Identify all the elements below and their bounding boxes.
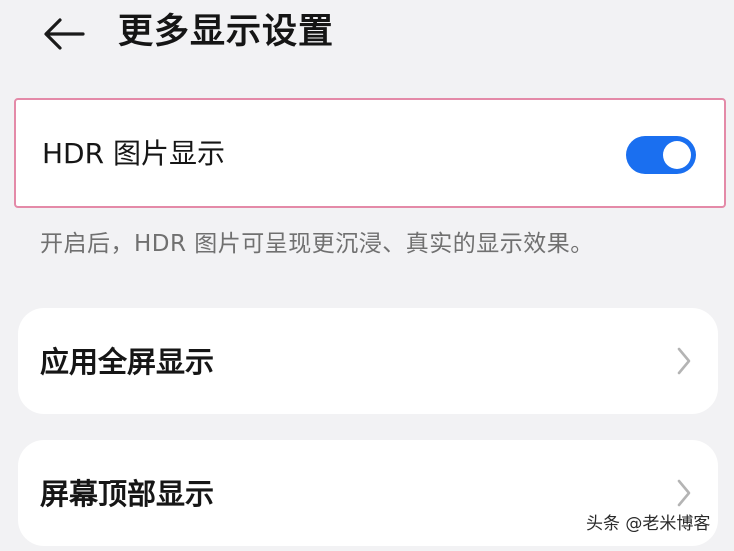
hdr-image-setting-row[interactable]: HDR 图片显示	[14, 98, 726, 208]
top-bar: 更多显示设置	[0, 0, 734, 70]
back-button[interactable]	[36, 10, 92, 58]
hdr-image-label: HDR 图片显示	[42, 137, 225, 170]
page-title: 更多显示设置	[118, 12, 335, 52]
hdr-toggle-switch[interactable]	[626, 136, 696, 174]
screen-top-display-label: 屏幕顶部显示	[40, 477, 215, 511]
app-fullscreen-display-row[interactable]: 应用全屏显示	[18, 308, 718, 414]
app-fullscreen-display-label: 应用全屏显示	[40, 345, 215, 379]
watermark: 头条 @老米博客	[586, 514, 711, 534]
hdr-description: 开启后，HDR 图片可呈现更沉浸、真实的显示效果。	[40, 231, 594, 257]
chevron-right-icon	[677, 347, 691, 375]
toggle-knob	[663, 141, 691, 169]
back-arrow-icon	[44, 18, 85, 50]
chevron-right-icon	[677, 479, 691, 507]
